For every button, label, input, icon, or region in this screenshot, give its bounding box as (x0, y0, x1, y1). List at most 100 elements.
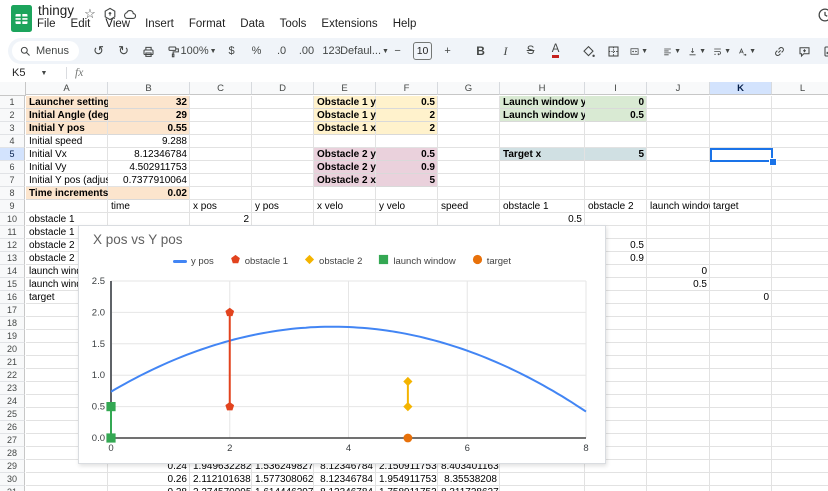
row-header-7[interactable]: 7 (0, 174, 25, 187)
insert-comment-icon[interactable] (793, 41, 816, 61)
cell-B30[interactable]: 0.26 (108, 473, 190, 486)
menu-tools[interactable]: Tools (280, 18, 307, 35)
menu-insert[interactable]: Insert (145, 18, 174, 35)
cell-B31[interactable]: 0.28 (108, 486, 190, 491)
menu-format[interactable]: Format (189, 18, 225, 35)
menu-help[interactable]: Help (393, 18, 417, 35)
cell-D30[interactable]: 1.577308062 (252, 473, 314, 486)
cell-F2[interactable]: 2 (376, 109, 438, 122)
row-header-16[interactable]: 16 (0, 291, 25, 304)
font-size-button[interactable]: 10 (411, 41, 434, 61)
row-header-8[interactable]: 8 (0, 187, 25, 200)
sheets-logo-icon[interactable] (11, 5, 32, 32)
cell-A8[interactable]: Time increments (26, 187, 108, 200)
selected-cell-outline[interactable] (710, 148, 773, 162)
embedded-chart[interactable]: X pos vs Y posy posobstacle 1obstacle 2l… (78, 225, 606, 464)
column-header-E[interactable]: E (314, 82, 376, 95)
decrease-font-size-button[interactable]: − (386, 41, 409, 61)
column-header-K[interactable]: K (710, 82, 772, 95)
print-icon[interactable] (137, 41, 160, 61)
cell-F5[interactable]: 0.5 (376, 148, 438, 161)
cell-H2[interactable]: Launch window y2 (500, 109, 585, 122)
column-header-C[interactable]: C (190, 82, 252, 95)
cell-E7[interactable]: Obstacle 2 x (314, 174, 376, 187)
format-currency-button[interactable]: $ (220, 41, 243, 61)
cell-D9[interactable]: y pos (252, 200, 314, 213)
row-header-24[interactable]: 24 (0, 395, 25, 408)
row-header-14[interactable]: 14 (0, 265, 25, 278)
row-header-21[interactable]: 21 (0, 356, 25, 369)
column-header-I[interactable]: I (585, 82, 647, 95)
cell-A4[interactable]: Initial speed (26, 135, 108, 148)
cell-B8[interactable]: 0.02 (108, 187, 190, 200)
chevron-down-icon[interactable]: ▼ (40, 70, 47, 77)
cell-G31[interactable]: 8.311728627 (438, 486, 500, 491)
menu-view[interactable]: View (105, 18, 130, 35)
menu-edit[interactable]: Edit (71, 18, 91, 35)
select-all-corner[interactable] (0, 82, 26, 96)
redo-button[interactable]: ↻ (112, 41, 135, 61)
cell-J15[interactable]: 0.5 (647, 278, 710, 291)
cell-A1[interactable]: Launcher setting (26, 96, 108, 109)
fill-handle[interactable] (769, 158, 777, 166)
row-header-2[interactable]: 2 (0, 109, 25, 122)
menu-extensions[interactable]: Extensions (321, 18, 377, 35)
column-header-D[interactable]: D (252, 82, 314, 95)
row-header-1[interactable]: 1 (0, 96, 25, 109)
text-rotation-icon[interactable]: ▼ (735, 41, 758, 61)
column-header-G[interactable]: G (438, 82, 500, 95)
cell-area[interactable]: Launcher setting32Initial Angle (deg)29I… (26, 96, 828, 491)
cell-B3[interactable]: 0.55 (108, 122, 190, 135)
row-header-23[interactable]: 23 (0, 382, 25, 395)
version-history-icon[interactable] (816, 6, 828, 24)
cell-I2[interactable]: 0.5 (585, 109, 647, 122)
decrease-decimals-button[interactable]: .0 (270, 41, 293, 61)
strikethrough-button[interactable]: S (519, 41, 542, 61)
cell-E3[interactable]: Obstacle 1 x (314, 122, 376, 135)
row-header-28[interactable]: 28 (0, 447, 25, 460)
row-header-18[interactable]: 18 (0, 317, 25, 330)
cell-G9[interactable]: speed (438, 200, 500, 213)
zoom-button[interactable]: 100%▼ (187, 41, 210, 61)
text-color-button[interactable]: A (544, 41, 567, 61)
row-header-27[interactable]: 27 (0, 434, 25, 447)
chevron-down-icon[interactable]: ▼ (210, 48, 217, 55)
column-header-A[interactable]: A (26, 82, 108, 95)
cell-E5[interactable]: Obstacle 2 y1 (314, 148, 376, 161)
column-header-J[interactable]: J (647, 82, 710, 95)
cell-F9[interactable]: y velo (376, 200, 438, 213)
cell-B5[interactable]: 8.12346784 (108, 148, 190, 161)
cell-A5[interactable]: Initial Vx (26, 148, 108, 161)
insert-chart-icon[interactable] (818, 41, 828, 61)
cell-H1[interactable]: Launch window y1 (500, 96, 585, 109)
cell-F6[interactable]: 0.9 (376, 161, 438, 174)
cell-K16[interactable]: 0 (710, 291, 772, 304)
column-header-L[interactable]: L (772, 82, 828, 95)
increase-decimals-button[interactable]: .00 (295, 41, 318, 61)
column-header-F[interactable]: F (376, 82, 438, 95)
cell-E30[interactable]: 8.12346784 (314, 473, 376, 486)
cell-B1[interactable]: 32 (108, 96, 190, 109)
merge-cells-icon[interactable]: ▼ (627, 41, 650, 61)
row-header-5[interactable]: 5 (0, 148, 25, 161)
chevron-down-icon[interactable]: ▼ (674, 48, 681, 55)
row-header-10[interactable]: 10 (0, 213, 25, 226)
format-percent-button[interactable]: % (245, 41, 268, 61)
borders-icon[interactable] (602, 41, 625, 61)
cell-B6[interactable]: 4.502911753 (108, 161, 190, 174)
cell-I1[interactable]: 0 (585, 96, 647, 109)
column-header-H[interactable]: H (500, 82, 585, 95)
row-header-12[interactable]: 12 (0, 239, 25, 252)
text-wrap-icon[interactable]: ▼ (710, 41, 733, 61)
cell-B9[interactable]: time (108, 200, 190, 213)
document-title[interactable]: thingy (38, 3, 74, 18)
row-header-29[interactable]: 29 (0, 460, 25, 473)
cell-K9[interactable]: target (710, 200, 772, 213)
row-header-4[interactable]: 4 (0, 135, 25, 148)
cell-E9[interactable]: x velo (314, 200, 376, 213)
cell-A2[interactable]: Initial Angle (deg) (26, 109, 108, 122)
cell-E6[interactable]: Obstacle 2 y2 (314, 161, 376, 174)
fill-color-icon[interactable] (577, 41, 600, 61)
insert-link-icon[interactable] (768, 41, 791, 61)
chevron-down-icon[interactable]: ▼ (641, 48, 648, 55)
